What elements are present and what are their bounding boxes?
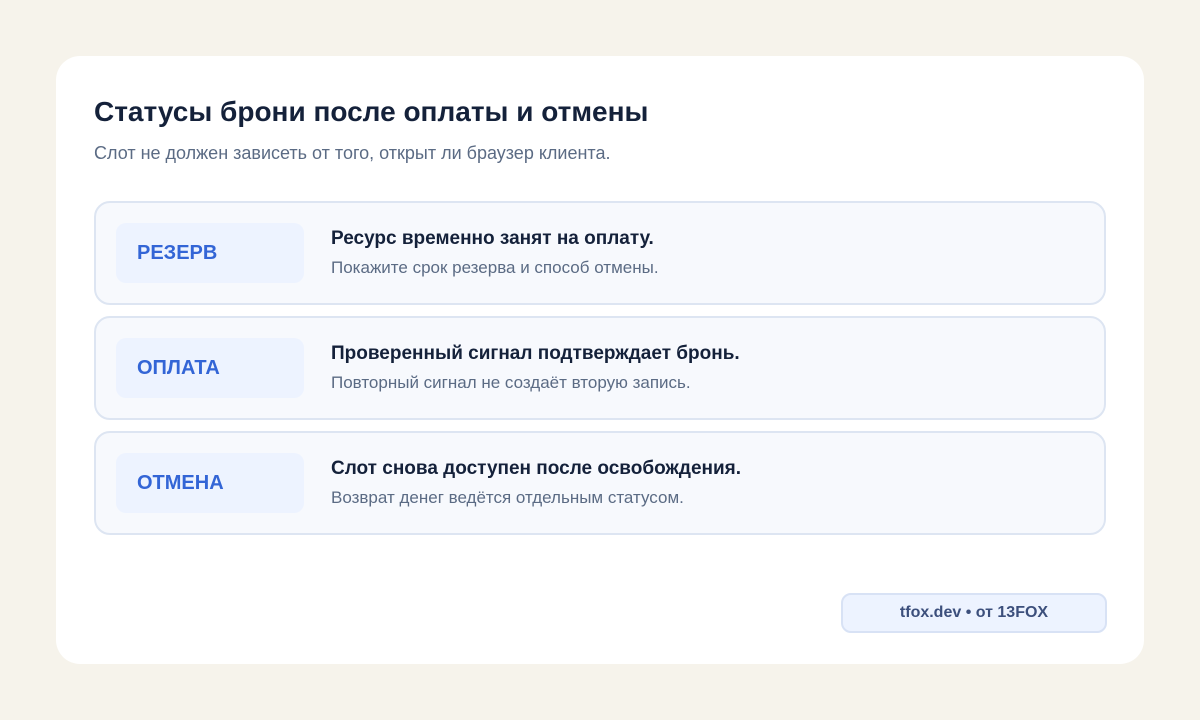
- status-row-cancellation: ОТМЕНА Слот снова доступен после освобож…: [94, 431, 1106, 535]
- status-note-cancellation: Возврат денег ведётся отдельным статусом…: [331, 488, 684, 507]
- status-badge-reserve: РЕЗЕРВ: [116, 223, 304, 283]
- status-note-reserve: Покажите срок резерва и способ отмены.: [331, 258, 659, 277]
- status-list: РЕЗЕРВ Ресурс временно занят на оплату. …: [94, 201, 1106, 546]
- status-label-cancellation: ОТМЕНА: [137, 472, 224, 494]
- status-label-payment: ОПЛАТА: [137, 357, 220, 379]
- status-heading-reserve: Ресурс временно занят на оплату.: [331, 228, 654, 249]
- status-heading-cancellation: Слот снова доступен после освобождения.: [331, 458, 742, 479]
- status-note-payment: Повторный сигнал не создаёт вторую запис…: [331, 373, 691, 392]
- status-badge-payment: ОПЛАТА: [116, 338, 304, 398]
- page-subtitle: Слот не должен зависеть от того, открыт …: [94, 143, 611, 163]
- status-row-payment: ОПЛАТА Проверенный сигнал подтверждает б…: [94, 316, 1106, 420]
- status-badge-cancellation: ОТМЕНА: [116, 453, 304, 513]
- brand-credit-pill: tfox.dev • от 13FOX: [841, 593, 1107, 633]
- status-label-reserve: РЕЗЕРВ: [137, 242, 218, 264]
- status-description-reserve: Ресурс временно занят на оплату. Покажит…: [331, 227, 1071, 279]
- page-title: Статусы брони после оплаты и отмены: [94, 96, 649, 127]
- status-description-cancellation: Слот снова доступен после освобождения. …: [331, 457, 1071, 509]
- status-row-reserve: РЕЗЕРВ Ресурс временно занят на оплату. …: [94, 201, 1106, 305]
- status-card: Статусы брони после оплаты и отмены Слот…: [56, 56, 1144, 664]
- status-heading-payment: Проверенный сигнал подтверждает бронь.: [331, 343, 740, 364]
- brand-credit-text: tfox.dev • от 13FOX: [899, 604, 1049, 621]
- status-description-payment: Проверенный сигнал подтверждает бронь. П…: [331, 342, 1071, 394]
- page-background: Статусы брони после оплаты и отмены Слот…: [0, 0, 1200, 720]
